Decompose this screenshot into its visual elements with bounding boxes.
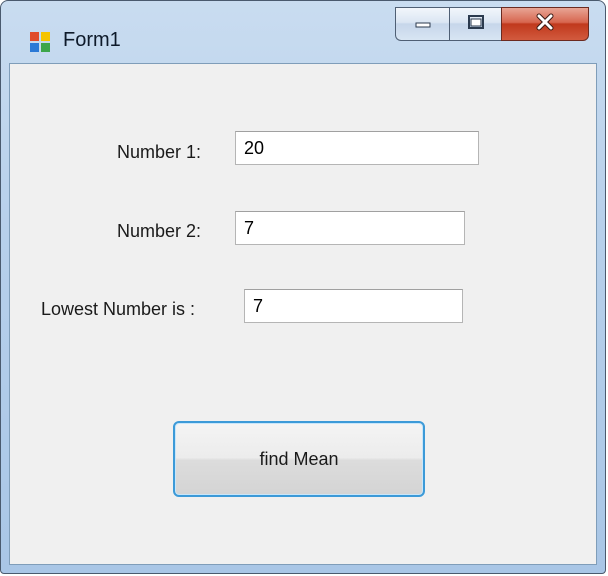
lowest-number-output[interactable] [244, 289, 463, 323]
app-icon [29, 31, 51, 53]
number2-label: Number 2: [117, 221, 202, 241]
window-controls [395, 7, 589, 41]
minimize-button[interactable] [395, 7, 449, 41]
form1-window: Form1 Number 1: 20 Number 2: 7 Lowest Nu… [0, 0, 606, 574]
find-mean-button[interactable]: find Mean [173, 421, 425, 497]
minimize-icon [414, 15, 432, 33]
lowest-number-label: Lowest Number is : [41, 299, 196, 319]
window-title: Form1 [63, 29, 121, 51]
close-button[interactable] [501, 7, 589, 41]
number1-label: Number 1: [117, 142, 202, 162]
close-icon [535, 13, 555, 36]
number1-input[interactable] [235, 131, 479, 165]
form-client-area: Number 1: Number 2: Lowest Number is : f… [9, 63, 597, 565]
maximize-button[interactable] [449, 7, 501, 41]
maximize-icon [467, 14, 485, 35]
number2-input[interactable] [235, 211, 465, 245]
title-bar[interactable]: Form1 [1, 1, 605, 63]
